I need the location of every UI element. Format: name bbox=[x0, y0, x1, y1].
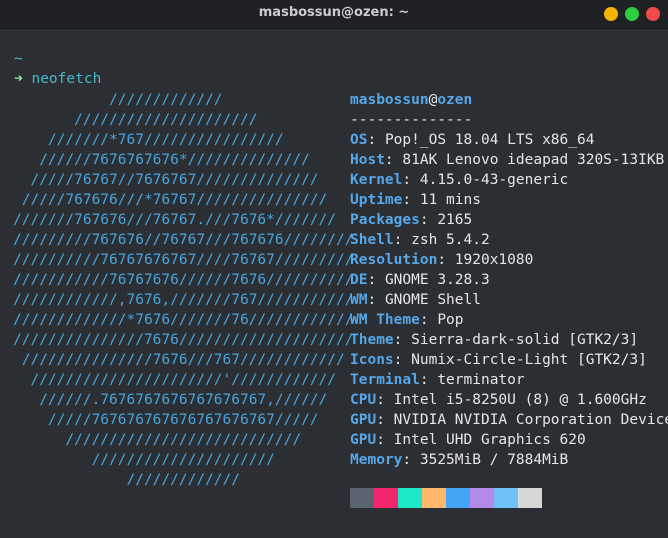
terminal-output[interactable]: ~ ➜ neofetch ///////////// /////////////… bbox=[0, 28, 668, 538]
info-row: Terminal: terminator bbox=[350, 372, 525, 388]
close-button[interactable] bbox=[646, 7, 660, 21]
color-swatch bbox=[494, 488, 518, 508]
color-swatch bbox=[374, 488, 398, 508]
info-key: DE bbox=[350, 272, 368, 288]
info-key: Packages bbox=[350, 212, 420, 228]
info-key: Memory bbox=[350, 452, 403, 468]
info-key: WM bbox=[350, 292, 368, 308]
info-key: Uptime bbox=[350, 192, 403, 208]
info-key: Host bbox=[350, 152, 385, 168]
hostname: ozen bbox=[437, 92, 473, 108]
info-row: Host: 81AK Lenovo ideapad 320S-13IKB bbox=[350, 152, 665, 168]
distro-ascii-logo: ///////////// ///////////////////// ////… bbox=[13, 90, 353, 490]
info-row: Uptime: 11 mins bbox=[350, 192, 481, 208]
logo-line: ///////////////7676///767//////////// bbox=[13, 352, 345, 368]
info-value: Intel i5-8250U (8) @ 1.600GHz bbox=[393, 392, 647, 408]
info-row: Memory: 3525MiB / 7884MiB bbox=[350, 452, 569, 468]
logo-line: /////767676///*76767/////////////// bbox=[13, 192, 328, 208]
info-value: zsh 5.4.2 bbox=[411, 232, 490, 248]
logo-line: /////76767//7676767////////////// bbox=[13, 172, 319, 188]
info-key: Theme bbox=[350, 332, 394, 348]
logo-line: ///////767676///76767.///7676*/////// bbox=[13, 212, 337, 228]
logo-line: /////////////////////////// bbox=[13, 432, 302, 448]
info-value: 81AK Lenovo ideapad 320S-13IKB bbox=[402, 152, 665, 168]
logo-line: ///////////// bbox=[13, 472, 240, 488]
color-swatch bbox=[398, 488, 422, 508]
title-bar[interactable]: masbossun@ozen: ~ bbox=[0, 0, 668, 29]
logo-line: ///////*767//////////////// bbox=[13, 132, 284, 148]
color-swatch bbox=[470, 488, 494, 508]
info-key: GPU bbox=[350, 412, 377, 428]
color-swatch bbox=[446, 488, 470, 508]
logo-line: ////////////,7676,///////767/////////// bbox=[13, 292, 354, 308]
at-sign: @ bbox=[428, 92, 438, 108]
info-key: Shell bbox=[350, 232, 394, 248]
terminal-window: masbossun@ozen: ~ ~ ➜ neofetch /////////… bbox=[0, 0, 668, 538]
logo-line: /////767676767676767676767///// bbox=[13, 412, 319, 428]
info-value: 2165 bbox=[437, 212, 473, 228]
info-row: Resolution: 1920x1080 bbox=[350, 252, 534, 268]
info-key: Kernel bbox=[350, 172, 403, 188]
info-row: GPU: Intel UHD Graphics 620 bbox=[350, 432, 586, 448]
username: masbossun bbox=[350, 92, 429, 108]
info-row: WM: GNOME Shell bbox=[350, 292, 481, 308]
logo-line: ///////////76767676//////7676////////// bbox=[13, 272, 354, 288]
info-key: GPU bbox=[350, 432, 377, 448]
info-key: Resolution bbox=[350, 252, 438, 268]
info-row: Packages: 2165 bbox=[350, 212, 473, 228]
info-value: GNOME Shell bbox=[384, 292, 481, 308]
logo-line: //////////////////////'//////////// bbox=[13, 372, 337, 388]
info-value: terminator bbox=[437, 372, 525, 388]
prompt-line: ➜ neofetch bbox=[14, 69, 101, 89]
command-text: neofetch bbox=[31, 71, 102, 87]
info-key: WM Theme bbox=[350, 312, 420, 328]
info-value: 4.15.0-43-generic bbox=[419, 172, 569, 188]
info-row: WM Theme: Pop bbox=[350, 312, 464, 328]
info-row: Icons: Numix-Circle-Light [GTK2/3] bbox=[350, 352, 647, 368]
info-row: CPU: Intel i5-8250U (8) @ 1.600GHz bbox=[350, 392, 647, 408]
info-value: Intel UHD Graphics 620 bbox=[393, 432, 586, 448]
logo-line: /////////////*7676///////76//////////// bbox=[13, 312, 354, 328]
info-row: Shell: zsh 5.4.2 bbox=[350, 232, 490, 248]
color-swatch bbox=[422, 488, 446, 508]
color-swatch bbox=[518, 488, 542, 508]
logo-line: ///////////////7676//////////////////// bbox=[13, 332, 354, 348]
cwd-line: ~ bbox=[14, 51, 23, 67]
logo-line: //////7676767676*////////////// bbox=[13, 152, 310, 168]
info-row: OS: Pop!_OS 18.04 LTS x86_64 bbox=[350, 132, 595, 148]
logo-line: //////.7676767676767676767,////// bbox=[13, 392, 328, 408]
info-value: 1920x1080 bbox=[454, 252, 534, 268]
info-value: GNOME 3.28.3 bbox=[384, 272, 490, 288]
system-info-panel: masbossun@ozen -------------- OS: Pop!_O… bbox=[350, 90, 668, 470]
user-host-header: masbossun@ozen bbox=[350, 90, 668, 110]
info-value: Pop!_OS 18.04 LTS x86_64 bbox=[384, 132, 595, 148]
minimize-button[interactable] bbox=[604, 7, 618, 21]
logo-line: ///////////////////// bbox=[13, 452, 275, 468]
info-value: 11 mins bbox=[419, 192, 481, 208]
logo-line: /////////767676//76767///767676//////// bbox=[13, 232, 354, 248]
info-key: CPU bbox=[350, 392, 377, 408]
info-value: Pop bbox=[437, 312, 464, 328]
info-key: Terminal bbox=[350, 372, 420, 388]
info-value: NVIDIA NVIDIA Corporation Device bbox=[393, 412, 668, 428]
info-row: GPU: NVIDIA NVIDIA Corporation Device bbox=[350, 410, 668, 430]
info-row: DE: GNOME 3.28.3 bbox=[350, 272, 490, 288]
info-key: Icons bbox=[350, 352, 394, 368]
logo-line: //////////76767676767////76767///////// bbox=[13, 252, 354, 268]
logo-line: ///////////// bbox=[13, 92, 223, 108]
maximize-button[interactable] bbox=[625, 7, 639, 21]
color-palette bbox=[350, 488, 542, 508]
prompt-arrow-icon: ➜ bbox=[14, 71, 23, 87]
info-value: Numix-Circle-Light [GTK2/3] bbox=[411, 352, 647, 368]
info-key: OS bbox=[350, 132, 368, 148]
header-separator: -------------- bbox=[350, 112, 473, 128]
info-value: Sierra-dark-solid [GTK2/3] bbox=[411, 332, 639, 348]
info-value: 3525MiB / 7884MiB bbox=[419, 452, 569, 468]
window-title: masbossun@ozen: ~ bbox=[258, 5, 410, 20]
info-row: Theme: Sierra-dark-solid [GTK2/3] bbox=[350, 332, 639, 348]
logo-line: ///////////////////// bbox=[13, 112, 258, 128]
color-swatch bbox=[350, 488, 374, 508]
info-row: Kernel: 4.15.0-43-generic bbox=[350, 172, 569, 188]
